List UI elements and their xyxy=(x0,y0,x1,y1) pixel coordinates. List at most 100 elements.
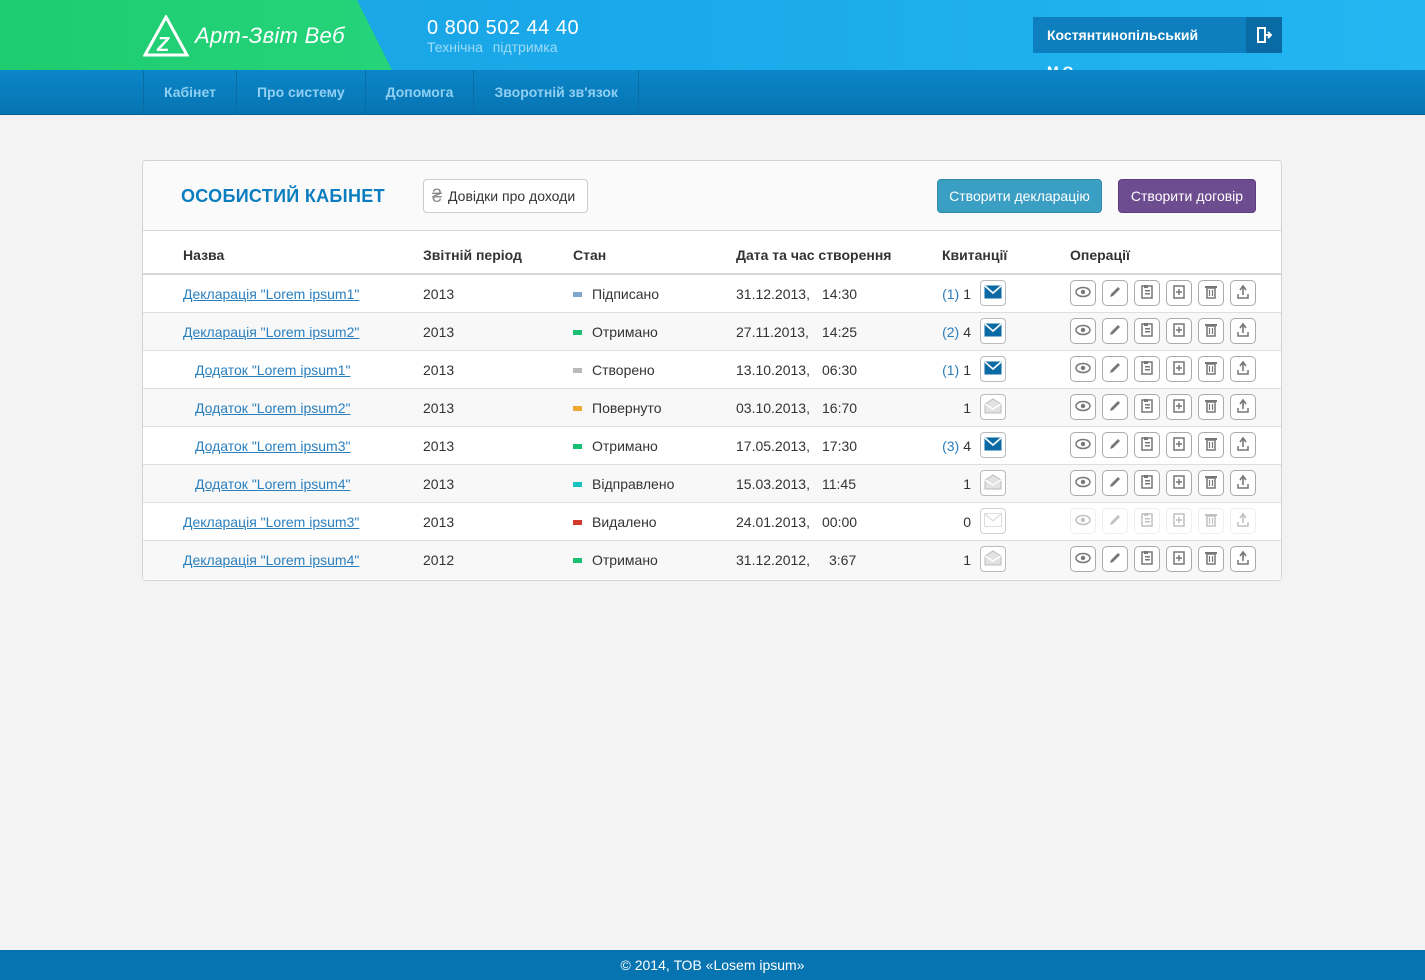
support-phone: 0 800 502 44 40 xyxy=(427,17,580,39)
edit-icon xyxy=(1108,285,1122,302)
op-view-button[interactable] xyxy=(1070,470,1096,496)
op-add-doc-button[interactable] xyxy=(1166,470,1192,496)
op-copy-doc-button[interactable] xyxy=(1134,470,1160,496)
op-edit-button[interactable] xyxy=(1102,470,1128,496)
row-name-link[interactable]: Додаток "Lorem ipsum1" xyxy=(195,362,350,378)
receipt-mail-button[interactable] xyxy=(980,394,1006,420)
income-button-label: Довідки про доходи xyxy=(448,188,576,204)
op-upload-button[interactable] xyxy=(1230,280,1256,306)
row-status: Отримано xyxy=(573,552,658,568)
op-upload-button[interactable] xyxy=(1230,394,1256,420)
receipt-link[interactable]: (2) xyxy=(942,324,959,340)
op-add-doc-button[interactable] xyxy=(1166,432,1192,458)
op-add-doc-button[interactable] xyxy=(1166,318,1192,344)
op-view-button[interactable] xyxy=(1070,318,1096,344)
op-view-button[interactable] xyxy=(1070,546,1096,572)
create-contract-button[interactable]: Створити договір xyxy=(1118,179,1256,213)
op-copy-doc-button[interactable] xyxy=(1134,546,1160,572)
receipt-mail-button[interactable] xyxy=(980,318,1006,344)
op-add-doc-button[interactable] xyxy=(1166,356,1192,382)
row-state: Створено xyxy=(592,362,655,378)
row-name-link[interactable]: Декларація "Lorem ipsum4" xyxy=(183,552,359,568)
row-operations xyxy=(1070,356,1256,382)
receipt-link[interactable]: (1) xyxy=(942,286,959,302)
op-trash-button[interactable] xyxy=(1198,356,1224,382)
op-upload-button[interactable] xyxy=(1230,432,1256,458)
row-status: Видалено xyxy=(573,514,657,530)
envelope-icon xyxy=(984,284,1002,302)
op-copy-doc-button[interactable] xyxy=(1134,394,1160,420)
receipt-mail-button[interactable] xyxy=(980,280,1006,306)
edit-icon xyxy=(1108,361,1122,378)
op-view-button[interactable] xyxy=(1070,394,1096,420)
table-body: Декларація "Lorem ipsum1" 2013 Підписано… xyxy=(143,275,1281,579)
status-dot xyxy=(573,481,582,487)
op-upload-button[interactable] xyxy=(1230,546,1256,572)
logout-button[interactable] xyxy=(1246,17,1282,53)
nav-feedback[interactable]: Зворотній зв'язок xyxy=(474,70,639,115)
op-view-button[interactable] xyxy=(1070,432,1096,458)
receipt-count: 1 xyxy=(963,400,971,416)
row-status: Створено xyxy=(573,362,655,378)
row-receipts: 1 xyxy=(959,552,971,568)
op-upload-button[interactable] xyxy=(1230,470,1256,496)
receipt-mail-button[interactable] xyxy=(980,546,1006,572)
row-name-link[interactable]: Декларація "Lorem ipsum3" xyxy=(183,514,359,530)
row-name-link[interactable]: Декларація "Lorem ipsum1" xyxy=(183,286,359,302)
op-view-button[interactable] xyxy=(1070,280,1096,306)
header-operations: Операції xyxy=(1070,247,1130,263)
row-name-link[interactable]: Додаток "Lorem ipsum3" xyxy=(195,438,350,454)
op-copy-doc-button[interactable] xyxy=(1134,280,1160,306)
receipt-mail-button xyxy=(980,508,1006,534)
op-trash-button[interactable] xyxy=(1198,432,1224,458)
op-edit-button[interactable] xyxy=(1102,432,1128,458)
op-edit-button[interactable] xyxy=(1102,394,1128,420)
op-edit-button[interactable] xyxy=(1102,546,1128,572)
row-status: Отримано xyxy=(573,438,658,454)
status-dot xyxy=(573,291,582,297)
copy-doc-icon xyxy=(1140,398,1154,417)
row-name-link[interactable]: Додаток "Lorem ipsum4" xyxy=(195,476,350,492)
view-icon xyxy=(1075,551,1091,567)
op-edit-button[interactable] xyxy=(1102,356,1128,382)
op-edit-button[interactable] xyxy=(1102,280,1128,306)
row-receipts: 1 xyxy=(959,476,971,492)
receipt-link[interactable]: (3) xyxy=(942,438,959,454)
op-add-doc-button[interactable] xyxy=(1166,394,1192,420)
row-name-link[interactable]: Додаток "Lorem ipsum2" xyxy=(195,400,350,416)
op-copy-doc-button[interactable] xyxy=(1134,432,1160,458)
op-add-doc-button[interactable] xyxy=(1166,546,1192,572)
create-declaration-button[interactable]: Створити декларацію xyxy=(937,179,1102,213)
cabinet-panel: ОСОБИСТИЙ КАБІНЕТ ₴ Довідки про доходи С… xyxy=(142,160,1282,581)
receipt-link[interactable]: (1) xyxy=(942,362,959,378)
op-view-button[interactable] xyxy=(1070,356,1096,382)
logout-icon xyxy=(1257,27,1272,43)
receipt-mail-button[interactable] xyxy=(980,470,1006,496)
op-add-doc-button[interactable] xyxy=(1166,280,1192,306)
receipt-mail-button[interactable] xyxy=(980,432,1006,458)
op-trash-button[interactable] xyxy=(1198,394,1224,420)
op-edit-button[interactable] xyxy=(1102,318,1128,344)
op-trash-button[interactable] xyxy=(1198,280,1224,306)
op-upload-button[interactable] xyxy=(1230,318,1256,344)
op-copy-doc-button[interactable] xyxy=(1134,318,1160,344)
status-dot xyxy=(573,367,582,373)
op-copy-doc-button[interactable] xyxy=(1134,356,1160,382)
user-name[interactable]: Костянтинопільський М.О. xyxy=(1033,17,1246,79)
receipt-mail-button[interactable] xyxy=(980,356,1006,382)
row-name-link[interactable]: Декларація "Lorem ipsum2" xyxy=(183,324,359,340)
row-state: Відправлено xyxy=(592,476,675,492)
logo[interactable]: Z Арт-Звіт Веб xyxy=(143,15,345,57)
op-trash-button[interactable] xyxy=(1198,546,1224,572)
nav-about[interactable]: Про систему xyxy=(237,70,366,115)
nav-help[interactable]: Допомога xyxy=(366,70,475,115)
receipt-count: 1 xyxy=(963,362,971,378)
op-upload-button[interactable] xyxy=(1230,356,1256,382)
op-trash-button[interactable] xyxy=(1198,470,1224,496)
nav-cabinet[interactable]: Кабінет xyxy=(144,70,237,115)
income-certificates-button[interactable]: ₴ Довідки про доходи xyxy=(423,179,588,213)
row-date: 17.05.2013, xyxy=(736,438,810,454)
op-trash-button[interactable] xyxy=(1198,318,1224,344)
row-receipts: 1 xyxy=(959,400,971,416)
edit-icon xyxy=(1108,323,1122,340)
